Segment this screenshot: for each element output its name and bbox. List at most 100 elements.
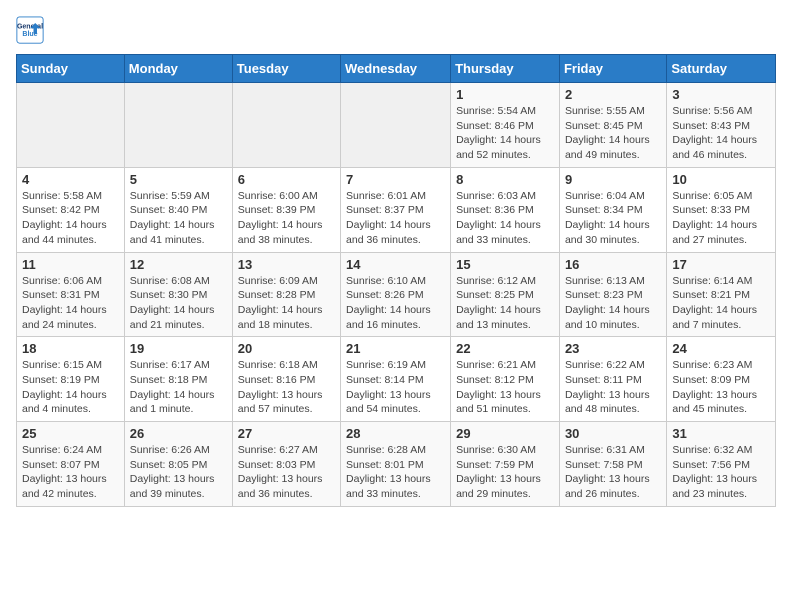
- calendar-cell: 22 Sunrise: 6:21 AM Sunset: 8:12 PM Dayli…: [451, 337, 560, 422]
- day-info: Sunrise: 6:05 AM Sunset: 8:33 PM Dayligh…: [672, 189, 770, 248]
- calendar-cell: 31 Sunrise: 6:32 AM Sunset: 7:56 PM Dayli…: [667, 422, 776, 507]
- week-row-1: 1Sunrise: 5:54 AM Sunset: 8:46 PM Daylig…: [17, 83, 776, 168]
- calendar-body: 1Sunrise: 5:54 AM Sunset: 8:46 PM Daylig…: [17, 83, 776, 507]
- calendar-cell: 4Sunrise: 5:58 AM Sunset: 8:42 PM Daylig…: [17, 167, 125, 252]
- day-info: Sunrise: 6:21 AM Sunset: 8:12 PM Dayligh…: [456, 358, 554, 417]
- day-header-monday: Monday: [124, 55, 232, 83]
- calendar-cell: [341, 83, 451, 168]
- calendar-cell: 5 Sunrise: 5:59 AM Sunset: 8:40 PM Daylig…: [124, 167, 232, 252]
- day-info: Sunrise: 6:19 AM Sunset: 8:14 PM Dayligh…: [346, 358, 445, 417]
- day-info: Sunrise: 6:22 AM Sunset: 8:11 PM Dayligh…: [565, 358, 661, 417]
- calendar-cell: 13 Sunrise: 6:09 AM Sunset: 8:28 PM Dayli…: [232, 252, 340, 337]
- day-number: 11: [22, 257, 119, 272]
- day-number: 17: [672, 257, 770, 272]
- calendar-cell: 12Sunrise: 6:08 AM Sunset: 8:30 PM Dayli…: [124, 252, 232, 337]
- day-number: 23: [565, 341, 661, 356]
- day-info: Sunrise: 5:59 AM Sunset: 8:40 PM Dayligh…: [130, 189, 227, 248]
- calendar-cell: 19 Sunrise: 6:17 AM Sunset: 8:18 PM Dayli…: [124, 337, 232, 422]
- day-number: 9: [565, 172, 661, 187]
- day-info: Sunrise: 6:32 AM Sunset: 7:56 PM Dayligh…: [672, 443, 770, 502]
- day-number: 13: [238, 257, 335, 272]
- week-row-5: 25 Sunrise: 6:24 AM Sunset: 8:07 PM Dayli…: [17, 422, 776, 507]
- day-info: Sunrise: 6:09 AM Sunset: 8:28 PM Dayligh…: [238, 274, 335, 333]
- day-info: Sunrise: 5:55 AM Sunset: 8:45 PM Dayligh…: [565, 104, 661, 163]
- day-info: Sunrise: 6:04 AM Sunset: 8:34 PM Dayligh…: [565, 189, 661, 248]
- calendar-cell: [17, 83, 125, 168]
- day-header-friday: Friday: [559, 55, 666, 83]
- calendar: SundayMondayTuesdayWednesdayThursdayFrid…: [16, 54, 776, 507]
- day-header-thursday: Thursday: [451, 55, 560, 83]
- day-info: Sunrise: 6:23 AM Sunset: 8:09 PM Dayligh…: [672, 358, 770, 417]
- day-number: 24: [672, 341, 770, 356]
- calendar-cell: 24 Sunrise: 6:23 AM Sunset: 8:09 PM Dayli…: [667, 337, 776, 422]
- day-number: 21: [346, 341, 445, 356]
- day-header-sunday: Sunday: [17, 55, 125, 83]
- day-number: 7: [346, 172, 445, 187]
- calendar-header: SundayMondayTuesdayWednesdayThursdayFrid…: [17, 55, 776, 83]
- day-number: 25: [22, 426, 119, 441]
- day-info: Sunrise: 6:00 AM Sunset: 8:39 PM Dayligh…: [238, 189, 335, 248]
- day-number: 5: [130, 172, 227, 187]
- week-row-2: 4Sunrise: 5:58 AM Sunset: 8:42 PM Daylig…: [17, 167, 776, 252]
- day-number: 16: [565, 257, 661, 272]
- calendar-cell: 17Sunrise: 6:14 AM Sunset: 8:21 PM Dayli…: [667, 252, 776, 337]
- day-info: Sunrise: 6:12 AM Sunset: 8:25 PM Dayligh…: [456, 274, 554, 333]
- day-number: 6: [238, 172, 335, 187]
- header-row: SundayMondayTuesdayWednesdayThursdayFrid…: [17, 55, 776, 83]
- calendar-cell: 15 Sunrise: 6:12 AM Sunset: 8:25 PM Dayli…: [451, 252, 560, 337]
- calendar-cell: 9 Sunrise: 6:04 AM Sunset: 8:34 PM Daylig…: [559, 167, 666, 252]
- calendar-cell: 2Sunrise: 5:55 AM Sunset: 8:45 PM Daylig…: [559, 83, 666, 168]
- calendar-cell: 23 Sunrise: 6:22 AM Sunset: 8:11 PM Dayli…: [559, 337, 666, 422]
- day-number: 3: [672, 87, 770, 102]
- day-info: Sunrise: 6:17 AM Sunset: 8:18 PM Dayligh…: [130, 358, 227, 417]
- day-number: 14: [346, 257, 445, 272]
- calendar-cell: 25 Sunrise: 6:24 AM Sunset: 8:07 PM Dayli…: [17, 422, 125, 507]
- calendar-cell: 7 Sunrise: 6:01 AM Sunset: 8:37 PM Daylig…: [341, 167, 451, 252]
- day-info: Sunrise: 6:27 AM Sunset: 8:03 PM Dayligh…: [238, 443, 335, 502]
- day-info: Sunrise: 6:24 AM Sunset: 8:07 PM Dayligh…: [22, 443, 119, 502]
- svg-text:General: General: [17, 23, 43, 30]
- day-header-wednesday: Wednesday: [341, 55, 451, 83]
- calendar-cell: 3 Sunrise: 5:56 AM Sunset: 8:43 PM Daylig…: [667, 83, 776, 168]
- day-number: 15: [456, 257, 554, 272]
- day-info: Sunrise: 6:10 AM Sunset: 8:26 PM Dayligh…: [346, 274, 445, 333]
- calendar-cell: 16 Sunrise: 6:13 AM Sunset: 8:23 PM Dayli…: [559, 252, 666, 337]
- day-info: Sunrise: 6:15 AM Sunset: 8:19 PM Dayligh…: [22, 358, 119, 417]
- day-info: Sunrise: 6:01 AM Sunset: 8:37 PM Dayligh…: [346, 189, 445, 248]
- day-info: Sunrise: 6:31 AM Sunset: 7:58 PM Dayligh…: [565, 443, 661, 502]
- day-number: 22: [456, 341, 554, 356]
- day-info: Sunrise: 6:06 AM Sunset: 8:31 PM Dayligh…: [22, 274, 119, 333]
- day-info: Sunrise: 5:58 AM Sunset: 8:42 PM Dayligh…: [22, 189, 119, 248]
- calendar-cell: 11 Sunrise: 6:06 AM Sunset: 8:31 PM Dayli…: [17, 252, 125, 337]
- calendar-cell: 14 Sunrise: 6:10 AM Sunset: 8:26 PM Dayli…: [341, 252, 451, 337]
- day-number: 29: [456, 426, 554, 441]
- day-number: 27: [238, 426, 335, 441]
- calendar-cell: 8Sunrise: 6:03 AM Sunset: 8:36 PM Daylig…: [451, 167, 560, 252]
- day-info: Sunrise: 5:54 AM Sunset: 8:46 PM Dayligh…: [456, 104, 554, 163]
- calendar-cell: 29 Sunrise: 6:30 AM Sunset: 7:59 PM Dayli…: [451, 422, 560, 507]
- header: General Blue: [16, 16, 776, 44]
- day-number: 18: [22, 341, 119, 356]
- day-info: Sunrise: 6:28 AM Sunset: 8:01 PM Dayligh…: [346, 443, 445, 502]
- calendar-cell: [232, 83, 340, 168]
- day-info: Sunrise: 5:56 AM Sunset: 8:43 PM Dayligh…: [672, 104, 770, 163]
- calendar-cell: [124, 83, 232, 168]
- day-info: Sunrise: 6:30 AM Sunset: 7:59 PM Dayligh…: [456, 443, 554, 502]
- day-info: Sunrise: 6:18 AM Sunset: 8:16 PM Dayligh…: [238, 358, 335, 417]
- day-number: 28: [346, 426, 445, 441]
- day-number: 30: [565, 426, 661, 441]
- day-number: 12: [130, 257, 227, 272]
- logo: General Blue: [16, 16, 48, 44]
- day-number: 31: [672, 426, 770, 441]
- day-number: 20: [238, 341, 335, 356]
- day-info: Sunrise: 6:13 AM Sunset: 8:23 PM Dayligh…: [565, 274, 661, 333]
- calendar-cell: 26Sunrise: 6:26 AM Sunset: 8:05 PM Dayli…: [124, 422, 232, 507]
- day-number: 19: [130, 341, 227, 356]
- calendar-cell: 27 Sunrise: 6:27 AM Sunset: 8:03 PM Dayli…: [232, 422, 340, 507]
- page: General Blue SundayMondayTuesdayWednesda…: [0, 0, 792, 517]
- day-header-tuesday: Tuesday: [232, 55, 340, 83]
- calendar-cell: 18 Sunrise: 6:15 AM Sunset: 8:19 PM Dayli…: [17, 337, 125, 422]
- calendar-cell: 6 Sunrise: 6:00 AM Sunset: 8:39 PM Daylig…: [232, 167, 340, 252]
- calendar-cell: 28 Sunrise: 6:28 AM Sunset: 8:01 PM Dayli…: [341, 422, 451, 507]
- day-number: 26: [130, 426, 227, 441]
